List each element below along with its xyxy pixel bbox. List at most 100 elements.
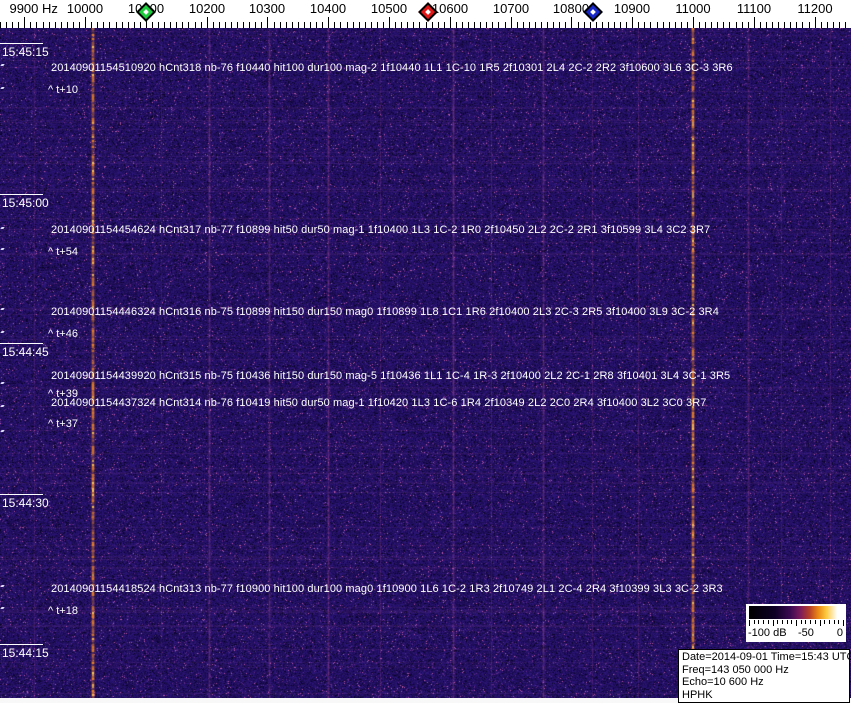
minor-tick bbox=[79, 22, 80, 28]
minor-tick bbox=[195, 22, 196, 28]
minor-tick bbox=[833, 22, 834, 28]
minor-tick bbox=[164, 22, 165, 28]
minor-tick bbox=[541, 22, 542, 28]
minor-tick bbox=[231, 22, 232, 28]
time-tick-line bbox=[0, 194, 43, 195]
info-frequency: Freq=143 050 000 Hz bbox=[682, 663, 789, 676]
minor-tick bbox=[711, 22, 712, 28]
minor-tick bbox=[535, 22, 536, 28]
minor-tick bbox=[608, 22, 609, 28]
db-label-min: -100 dB bbox=[748, 627, 787, 639]
minor-tick bbox=[614, 22, 615, 28]
freq-label: 10300 bbox=[248, 1, 286, 16]
minor-tick bbox=[103, 22, 104, 28]
minor-tick bbox=[760, 22, 761, 28]
minor-tick bbox=[261, 22, 262, 28]
minor-tick bbox=[128, 22, 129, 28]
frequency-ruler[interactable]: 9900 Hz100001010010200103001040010500106… bbox=[0, 0, 851, 28]
minor-tick bbox=[395, 22, 396, 28]
minor-tick bbox=[578, 22, 579, 28]
minor-tick bbox=[462, 22, 463, 28]
minor-tick bbox=[432, 22, 433, 28]
event-detection-text: 20140901154454624 hCnt317 nb-77 f10899 h… bbox=[51, 224, 711, 236]
minor-tick bbox=[584, 22, 585, 28]
db-scale-ticks bbox=[749, 620, 844, 626]
minor-tick bbox=[134, 22, 135, 28]
minor-tick bbox=[334, 22, 335, 28]
time-tick-line bbox=[0, 494, 43, 495]
minor-tick bbox=[243, 22, 244, 28]
major-tick bbox=[754, 17, 755, 28]
minor-tick bbox=[784, 22, 785, 28]
freq-label: 10200 bbox=[188, 1, 226, 16]
minor-tick bbox=[225, 22, 226, 28]
minor-tick bbox=[547, 22, 548, 28]
minor-tick bbox=[36, 22, 37, 28]
time-tick-line bbox=[0, 43, 43, 44]
minor-tick bbox=[67, 22, 68, 28]
minor-tick bbox=[158, 22, 159, 28]
minor-tick bbox=[359, 22, 360, 28]
minor-tick bbox=[49, 22, 50, 28]
minor-tick bbox=[444, 22, 445, 28]
info-station: HPHK bbox=[682, 688, 713, 701]
minor-tick bbox=[298, 22, 299, 28]
minor-tick bbox=[626, 22, 627, 28]
major-tick bbox=[24, 17, 25, 28]
minor-tick bbox=[55, 22, 56, 28]
minor-tick bbox=[486, 22, 487, 28]
minor-tick bbox=[304, 22, 305, 28]
freq-label: 10900 bbox=[613, 1, 651, 16]
minor-tick bbox=[419, 22, 420, 28]
minor-tick bbox=[778, 22, 779, 28]
spectrogram-waterfall-display[interactable] bbox=[0, 28, 851, 703]
minor-tick bbox=[176, 22, 177, 28]
db-gradient-bar bbox=[749, 606, 843, 619]
minor-tick bbox=[188, 22, 189, 28]
minor-tick bbox=[638, 22, 639, 28]
minor-tick bbox=[657, 22, 658, 28]
minor-tick bbox=[383, 22, 384, 28]
minor-tick bbox=[802, 22, 803, 28]
minor-tick bbox=[201, 22, 202, 28]
event-detection-text: 20140901154446324 hCnt316 nb-75 f10899 h… bbox=[51, 306, 719, 318]
event-detection-text: 20140901154510920 hCnt318 nb-76 f10440 h… bbox=[51, 62, 733, 74]
major-tick bbox=[571, 17, 572, 28]
minor-tick bbox=[492, 22, 493, 28]
freq-label: 9900 Hz bbox=[9, 1, 58, 16]
minor-tick bbox=[699, 22, 700, 28]
time-label: 15:44:30 bbox=[2, 496, 49, 510]
minor-tick bbox=[426, 22, 427, 28]
event-detection-text: 20140901154418524 hCnt313 nb-77 f10900 h… bbox=[51, 583, 723, 595]
minor-tick bbox=[109, 22, 110, 28]
minor-tick bbox=[73, 22, 74, 28]
minor-tick bbox=[340, 22, 341, 28]
marker-center-dot bbox=[590, 9, 596, 15]
minor-tick bbox=[30, 22, 31, 28]
major-tick bbox=[267, 17, 268, 28]
minor-tick bbox=[413, 22, 414, 28]
marker-center-dot bbox=[425, 9, 431, 15]
minor-tick bbox=[438, 22, 439, 28]
major-tick bbox=[511, 17, 512, 28]
minor-tick bbox=[237, 22, 238, 28]
freq-label: 10600 bbox=[431, 1, 469, 16]
freq-label: 10800 bbox=[552, 1, 590, 16]
minor-tick bbox=[705, 22, 706, 28]
minor-tick bbox=[292, 22, 293, 28]
minor-tick bbox=[644, 22, 645, 28]
time-label: 15:45:15 bbox=[2, 45, 49, 59]
minor-tick bbox=[468, 22, 469, 28]
minor-tick bbox=[529, 22, 530, 28]
minor-tick bbox=[796, 22, 797, 28]
minor-tick bbox=[122, 22, 123, 28]
minor-tick bbox=[790, 22, 791, 28]
freq-label: 10500 bbox=[370, 1, 408, 16]
minor-tick bbox=[43, 22, 44, 28]
minor-tick bbox=[553, 22, 554, 28]
minor-tick bbox=[347, 22, 348, 28]
minor-tick bbox=[839, 22, 840, 28]
minor-tick bbox=[480, 22, 481, 28]
time-tick-line bbox=[0, 644, 43, 645]
minor-tick bbox=[517, 22, 518, 28]
